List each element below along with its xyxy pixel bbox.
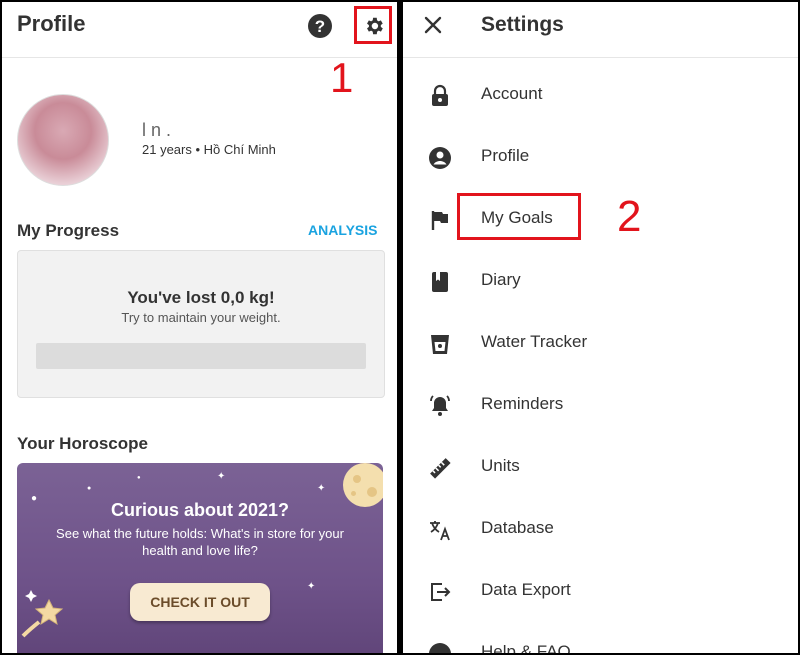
cup-icon: [431, 335, 449, 354]
settings-item-help-faq[interactable]: Help & FAQ: [403, 623, 798, 653]
settings-button[interactable]: [354, 6, 392, 44]
diary-icon: [432, 272, 448, 292]
close-icon[interactable]: [423, 15, 443, 35]
progress-section-title: My Progress: [17, 221, 120, 240]
settings-item-water-tracker[interactable]: Water Tracker: [403, 313, 798, 375]
star-icon: ●: [87, 485, 92, 492]
step-marker-1: 1: [330, 54, 354, 101]
export-icon: [431, 583, 451, 601]
translate-icon: [430, 521, 450, 541]
settings-item-label: Profile: [481, 146, 530, 165]
settings-item-database[interactable]: Database: [403, 499, 798, 561]
settings-item-reminders[interactable]: Reminders: [403, 375, 798, 437]
settings-item-label: Database: [481, 518, 554, 537]
my-goals-highlight: [457, 193, 581, 240]
settings-item-label: Help & FAQ: [481, 642, 571, 653]
settings-item-diary[interactable]: Diary: [403, 251, 798, 313]
horoscope-title: Curious about 2021?: [110, 500, 290, 520]
star-icon: ✦: [307, 581, 316, 592]
help-icon: [429, 643, 451, 653]
user-name: l n .: [142, 120, 172, 140]
progress-headline: You've lost 0,0 kg!: [127, 288, 275, 307]
person-icon: [429, 147, 451, 169]
settings-item-data-export[interactable]: Data Export: [403, 561, 798, 623]
shooting-star-icon: [21, 590, 64, 638]
settings-item-label: Account: [481, 84, 543, 103]
settings-item-label: Diary: [481, 270, 521, 289]
settings-item-label: Water Tracker: [481, 332, 588, 351]
star-icon: ✦: [317, 483, 326, 494]
star-icon: ✦: [217, 471, 226, 482]
settings-item-label: Reminders: [481, 394, 564, 413]
settings-item-label: Data Export: [481, 580, 571, 599]
user-meta: 21 years • Hồ Chí Minh: [142, 142, 276, 157]
star-icon: ●: [137, 475, 141, 481]
flag-icon: [431, 211, 448, 230]
check-it-out-button[interactable]: CHECK IT OUT: [130, 583, 270, 621]
ruler-icon: [430, 458, 451, 479]
horoscope-card[interactable]: ● ● ✦ ✦ ● ✦ Curious about 2021? See what…: [17, 463, 383, 653]
avatar[interactable]: [17, 94, 109, 186]
settings-item-label: Units: [481, 456, 520, 475]
horoscope-section-title: Your Horoscope: [17, 434, 148, 453]
gear-icon: [367, 17, 383, 35]
settings-screen: Settings Account Profile My Goals Diary: [403, 2, 798, 653]
profile-header: Profile ?: [2, 2, 397, 58]
svg-text:?: ?: [315, 17, 325, 36]
horoscope-text: See what the future holds: What's in sto…: [56, 526, 344, 558]
progress-subtext: Try to maintain your weight.: [121, 310, 281, 325]
bell-icon: [430, 395, 450, 416]
settings-title: Settings: [481, 13, 564, 36]
settings-item-account[interactable]: Account: [403, 65, 798, 127]
profile-screen: Profile ? 1 l n . 21 years • Hồ Chí Minh…: [2, 2, 397, 653]
analysis-link[interactable]: ANALYSIS: [308, 222, 378, 238]
lock-icon: [432, 84, 448, 106]
step-marker-2: 2: [617, 192, 642, 241]
progress-card: You've lost 0,0 kg! Try to maintain your…: [17, 250, 385, 398]
settings-item-units[interactable]: Units: [403, 437, 798, 499]
settings-header: Settings: [403, 2, 798, 58]
help-icon[interactable]: ?: [307, 13, 333, 39]
progress-bar: [36, 343, 366, 369]
settings-item-profile[interactable]: Profile: [403, 127, 798, 189]
page-title: Profile: [17, 11, 86, 36]
